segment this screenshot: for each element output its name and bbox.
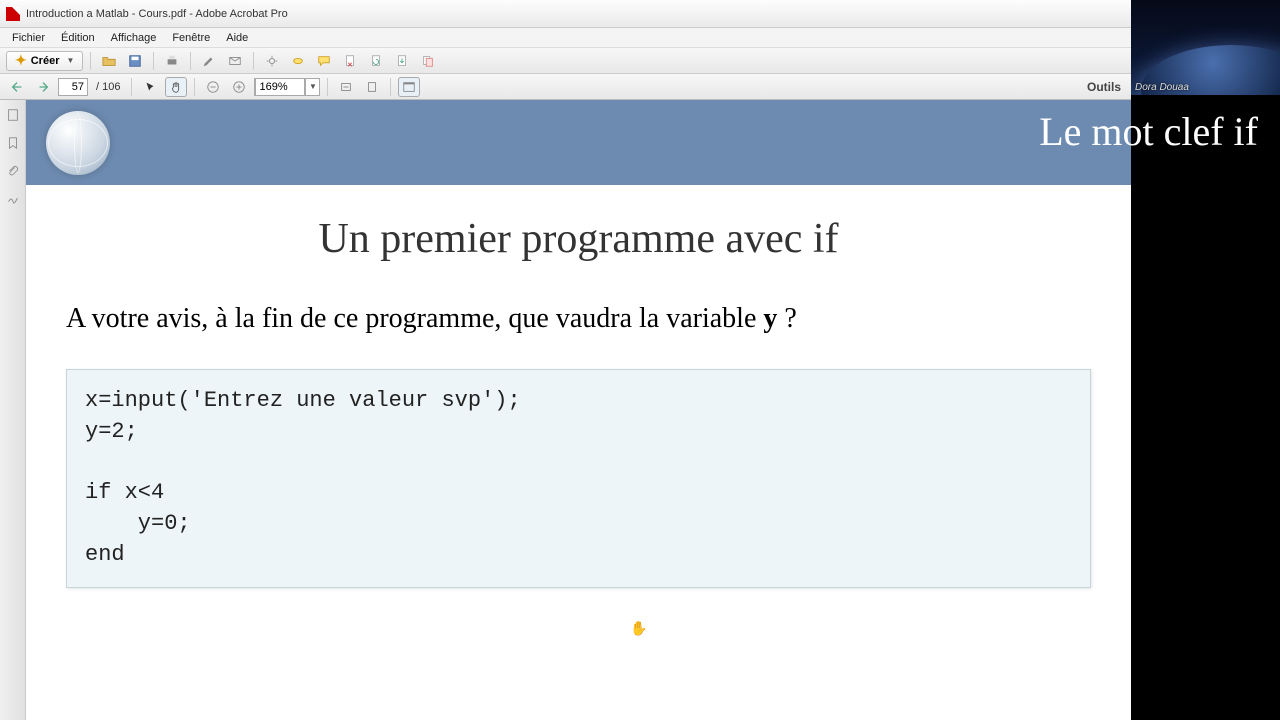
slide-header-title: Le mot clef if xyxy=(1039,108,1258,155)
thumbnails-icon[interactable] xyxy=(4,106,22,124)
zoom-in-button[interactable] xyxy=(228,77,250,97)
attendee-name: Dora Douaa xyxy=(1135,82,1189,93)
separator xyxy=(90,52,91,70)
first-page-button[interactable] xyxy=(6,77,28,97)
attachments-icon[interactable] xyxy=(4,162,22,180)
prev-page-button[interactable] xyxy=(32,77,54,97)
chevron-down-icon: ▼ xyxy=(66,56,74,65)
open-button[interactable] xyxy=(98,51,120,71)
zoom-out-button[interactable] xyxy=(202,77,224,97)
create-button[interactable]: ✦ Créer ▼ xyxy=(6,51,83,71)
page-total: / 106 xyxy=(96,81,120,93)
separator xyxy=(194,78,195,96)
read-mode-button[interactable] xyxy=(398,77,420,97)
extract-page-button[interactable] xyxy=(391,51,413,71)
star-icon: ✦ xyxy=(15,52,27,69)
menu-help[interactable]: Aide xyxy=(218,30,256,46)
slide-header xyxy=(26,100,1131,185)
separator xyxy=(253,52,254,70)
main-toolbar: ✦ Créer ▼ xyxy=(0,48,1131,74)
slide-heading: Un premier programme avec if xyxy=(66,215,1091,263)
email-button[interactable] xyxy=(224,51,246,71)
create-label: Créer xyxy=(31,55,60,67)
zoom-select[interactable]: 169% ▼ xyxy=(254,78,320,96)
highlight-button[interactable] xyxy=(287,51,309,71)
rotate-page-button[interactable] xyxy=(365,51,387,71)
zoom-value: 169% xyxy=(255,78,305,96)
save-button[interactable] xyxy=(124,51,146,71)
globe-logo-icon xyxy=(46,111,110,175)
pdf-page: Un premier programme avec if A votre avi… xyxy=(26,100,1131,720)
menubar: Fichier Édition Affichage Fenêtre Aide xyxy=(0,28,1131,48)
page-number-input[interactable] xyxy=(58,78,88,96)
comment-button[interactable] xyxy=(313,51,335,71)
menu-edit[interactable]: Édition xyxy=(53,30,103,46)
separator xyxy=(390,78,391,96)
menu-view[interactable]: Affichage xyxy=(103,30,165,46)
delete-page-button[interactable] xyxy=(339,51,361,71)
edit-button[interactable] xyxy=(198,51,220,71)
chevron-down-icon: ▼ xyxy=(305,79,319,95)
content-area: Un premier programme avec if A votre avi… xyxy=(0,100,1131,720)
separator xyxy=(131,78,132,96)
tools-panel-toggle[interactable]: Outils xyxy=(1087,80,1121,94)
separator xyxy=(153,52,154,70)
acrobat-window: Introduction a Matlab - Cours.pdf - Adob… xyxy=(0,0,1131,720)
menu-file[interactable]: Fichier xyxy=(4,30,53,46)
fit-page-button[interactable] xyxy=(361,77,383,97)
separator xyxy=(327,78,328,96)
webcam-overlay: Dora Douaa xyxy=(1131,0,1280,95)
gear-button[interactable] xyxy=(261,51,283,71)
slide-body: Un premier programme avec if A votre avi… xyxy=(26,185,1131,618)
menu-window[interactable]: Fenêtre xyxy=(164,30,218,46)
hand-cursor-icon: ✋ xyxy=(630,620,647,637)
fit-width-button[interactable] xyxy=(335,77,357,97)
hand-tool-button[interactable] xyxy=(165,77,187,97)
document-view[interactable]: Un premier programme avec if A votre avi… xyxy=(26,100,1131,720)
insert-page-button[interactable] xyxy=(417,51,439,71)
window-title: Introduction a Matlab - Cours.pdf - Adob… xyxy=(26,8,288,20)
select-tool-button[interactable] xyxy=(139,77,161,97)
signatures-icon[interactable] xyxy=(4,190,22,208)
pdf-file-icon xyxy=(6,7,20,21)
navigation-rail xyxy=(0,100,26,720)
slide-question: A votre avis, à la fin de ce programme, … xyxy=(66,303,1091,335)
bookmarks-icon[interactable] xyxy=(4,134,22,152)
print-button[interactable] xyxy=(161,51,183,71)
separator xyxy=(190,52,191,70)
titlebar: Introduction a Matlab - Cours.pdf - Adob… xyxy=(0,0,1131,28)
nav-toolbar: / 106 169% ▼ Outils xyxy=(0,74,1131,100)
code-block: x=input('Entrez une valeur svp'); y=2; i… xyxy=(66,369,1091,588)
